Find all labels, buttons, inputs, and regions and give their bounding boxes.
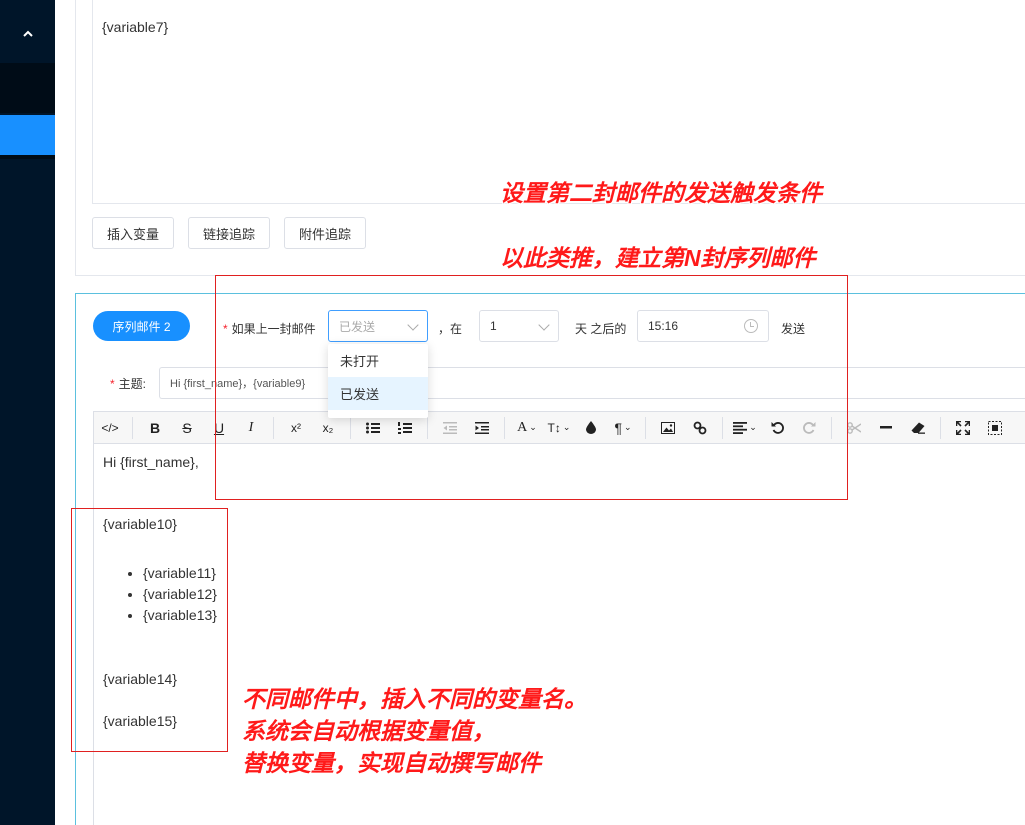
annotation-trigger-text: 设置第二封邮件的发送触发条件 (500, 180, 822, 206)
fullscreen-icon (956, 420, 970, 435)
annotation-line: 不同邮件中，插入不同的变量名。 (242, 686, 587, 712)
sequence-badge[interactable]: 序列邮件 2 (93, 311, 190, 341)
fullscreen-button[interactable] (947, 411, 979, 444)
subject-label: * 主题: (110, 377, 147, 391)
strikethrough-button[interactable]: S (171, 411, 203, 444)
select-all-icon (988, 420, 1002, 435)
annotation-line: 替换变量，实现自动撰写邮件 (242, 750, 541, 776)
horizontal-rule-button[interactable] (870, 411, 902, 444)
chevron-up-icon (22, 30, 33, 37)
insert-variable-button[interactable]: 插入变量 (92, 217, 175, 249)
attachment-tracking-button[interactable]: 附件追踪 (284, 217, 367, 249)
toolbar-separator (940, 416, 941, 439)
body-greeting: Hi {first_name}, (103, 454, 199, 470)
previous-email-card: {variable7} 插入变量 链接追踪 附件追踪 (75, 0, 1025, 276)
editor-text: {variable7} (102, 19, 169, 35)
bold-button[interactable]: B (139, 411, 171, 444)
annotation-box-variables (71, 508, 228, 752)
link-tracking-button[interactable]: 链接追踪 (188, 217, 271, 249)
annotation-nth-text: 以此类推，建立第N封序列邮件 (500, 245, 816, 271)
scissors-icon (847, 421, 861, 434)
code-view-button[interactable]: </> (94, 411, 126, 444)
annotation-variables-text: 不同邮件中，插入不同的变量名。 系统会自动根据变量值， 替换变量，实现自动撰写邮… (242, 683, 587, 779)
editor-button-row: 插入变量 链接追踪 附件追踪 (92, 217, 367, 249)
sidebar-divider (0, 155, 55, 159)
select-all-button[interactable] (979, 411, 1011, 444)
app-root: {variable7} 插入变量 链接追踪 附件追踪 序列邮件 2 * 如果上一封… (0, 0, 1025, 825)
annotation-box-trigger (215, 275, 848, 500)
collapse-toggle[interactable] (0, 14, 55, 54)
toolbar-separator (132, 416, 133, 439)
clear-format-button[interactable] (902, 411, 934, 444)
sidebar (0, 0, 55, 825)
annotation-line: 系统会自动根据变量值， (242, 718, 495, 744)
sidebar-item-active[interactable] (0, 115, 55, 155)
horizontal-rule-icon (880, 425, 892, 428)
eraser-icon (911, 422, 925, 434)
sidebar-item[interactable] (0, 63, 55, 113)
